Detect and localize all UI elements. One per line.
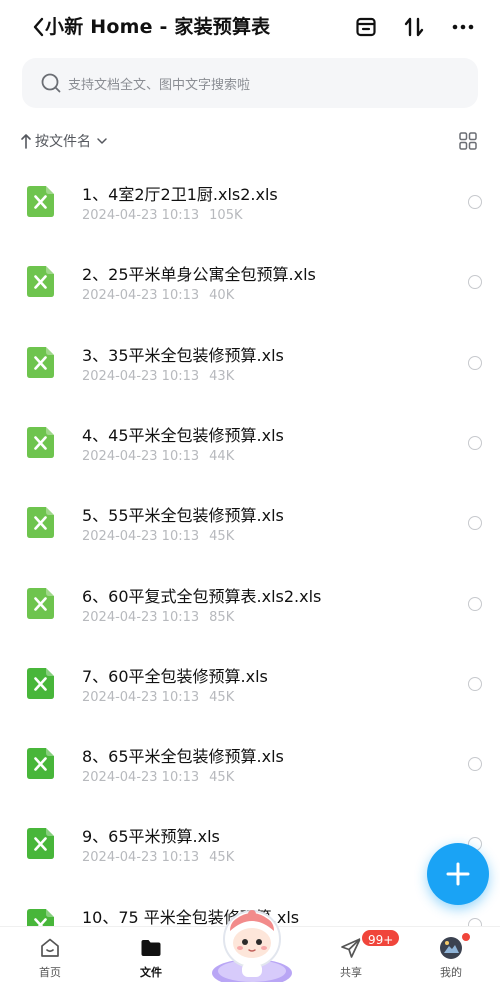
file-date: 2024-04-23 10:13 — [82, 368, 200, 384]
file-date: 2024-04-23 10:13 — [82, 208, 200, 223]
select-radio[interactable] — [468, 355, 482, 370]
sort-by-name-button[interactable]: 按文件名 — [20, 128, 108, 154]
file-meta: 2024-04-23 10:13 45K — [82, 850, 234, 865]
home-icon — [41, 938, 59, 957]
file-row[interactable]: 9、65平米预算.xls 2024-04-23 10:13 45K — [0, 804, 500, 884]
file-size: 85K — [209, 609, 235, 625]
file-row[interactable]: 1、4室2厅2卫1厨.xls2.xls 2024-04-23 10:13 105K — [0, 162, 500, 242]
file-meta: 2024-04-23 10:13 45K — [82, 529, 234, 544]
file-meta: 2024-04-23 10:13 105K — [82, 208, 243, 223]
folder-icon — [141, 940, 161, 956]
file-name: 4、45平米全包装修预算.xls — [82, 425, 284, 445]
page-title: 小新 Home - 家装预算表 — [45, 16, 271, 38]
select-radio[interactable] — [468, 195, 482, 209]
file-row[interactable]: 2、25平米单身公寓全包预算.xls 2024-04-23 10:13 40K — [0, 242, 500, 322]
top-nav-bar: 小新 Home - 家装预算表 — [0, 0, 500, 56]
file-name: 2、25平米单身公寓全包预算.xls — [82, 265, 316, 285]
file-name: 3、35平米全包装修预算.xls — [82, 345, 284, 365]
swap-vertical-icon — [404, 17, 424, 37]
file-row[interactable]: 6、60平复式全包预算表.xls2.xls 2024-04-23 10:13 85K — [0, 564, 500, 644]
arrow-up-icon — [21, 134, 31, 149]
tab-mine-label: 我的 — [440, 966, 462, 979]
select-radio[interactable] — [468, 435, 482, 450]
tab-files-label: 文件 — [140, 966, 162, 979]
file-size: 45K — [209, 529, 235, 545]
file-size: 45K — [209, 689, 235, 705]
file-row[interactable]: 8、65平米全包装修预算.xls 2024-04-23 10:13 45K — [0, 724, 500, 804]
file-date: 2024-04-23 10:13 — [82, 448, 200, 464]
select-radio[interactable] — [468, 757, 482, 772]
file-size: 43K — [209, 368, 235, 384]
file-name: 8、65平米全包装修预算.xls — [82, 747, 284, 767]
file-date: 2024-04-23 10:13 — [82, 529, 200, 545]
file-name: 9、65平米预算.xls — [82, 827, 220, 847]
chevron-down-icon — [97, 138, 107, 144]
file-meta: 2024-04-23 10:13 85K — [82, 610, 234, 625]
file-size: 45K — [209, 770, 235, 786]
select-radio[interactable] — [468, 596, 482, 611]
file-date: 2024-04-23 10:13 — [82, 689, 200, 705]
file-date: 2024-04-23 10:13 — [82, 288, 200, 304]
search-icon — [41, 73, 61, 93]
excel-file-icon — [27, 186, 54, 217]
file-row[interactable]: 7、60平全包装修预算.xls 2024-04-23 10:13 45K — [0, 644, 500, 724]
excel-file-icon — [27, 828, 54, 860]
chevron-left-icon — [33, 17, 44, 37]
tab-home-label: 首页 — [39, 966, 61, 979]
file-size: 105K — [209, 208, 243, 223]
file-name: 6、60平复式全包预算表.xls2.xls — [82, 586, 322, 606]
tab-home[interactable]: 首页 — [20, 927, 80, 982]
file-row[interactable]: 4、45平米全包装修预算.xls 2024-04-23 10:13 44K — [0, 403, 500, 483]
file-meta: 2024-04-23 10:13 40K — [82, 288, 234, 303]
excel-file-icon — [27, 346, 54, 378]
notification-dot — [461, 932, 471, 942]
select-radio[interactable] — [468, 676, 482, 691]
file-meta: 2024-04-23 10:13 43K — [82, 369, 234, 384]
file-date: 2024-04-23 10:13 — [82, 850, 200, 866]
tray-icon — [356, 17, 376, 37]
file-date: 2024-04-23 10:13 — [82, 609, 200, 625]
file-size: 44K — [209, 448, 235, 464]
search-input[interactable]: 支持文档全文、图中文字搜索啦 — [22, 58, 478, 108]
avatar — [440, 937, 462, 959]
sort-order-button[interactable] — [401, 14, 427, 40]
excel-file-icon — [27, 507, 54, 539]
excel-file-icon — [27, 587, 54, 619]
more-button[interactable] — [450, 14, 476, 40]
file-size: 40K — [209, 288, 235, 304]
excel-file-icon — [27, 266, 54, 298]
tab-mine[interactable]: 我的 — [421, 927, 481, 982]
file-name: 1、4室2厅2卫1厨.xls2.xls — [82, 185, 278, 204]
grid-view-icon[interactable] — [458, 131, 478, 151]
more-dots-icon — [452, 24, 474, 30]
add-button[interactable] — [427, 843, 489, 905]
file-meta: 2024-04-23 10:13 45K — [82, 690, 234, 705]
sort-bar: 按文件名 — [0, 128, 500, 154]
share-count-badge: 99+ — [360, 928, 402, 948]
assistant-mascot-icon[interactable] — [210, 905, 294, 982]
excel-file-icon — [27, 426, 54, 458]
file-date: 2024-04-23 10:13 — [82, 770, 200, 786]
file-name: 5、55平米全包装修预算.xls — [82, 506, 284, 526]
file-size: 45K — [209, 850, 235, 866]
select-radio[interactable] — [468, 516, 482, 531]
file-meta: 2024-04-23 10:13 45K — [82, 770, 234, 785]
file-name: 7、60平全包装修预算.xls — [82, 666, 268, 686]
file-row[interactable]: 3、35平米全包装修预算.xls 2024-04-23 10:13 43K — [0, 323, 500, 403]
task-box-button[interactable] — [353, 14, 379, 40]
tab-share-label: 共享 — [340, 966, 362, 979]
sort-label: 按文件名 — [35, 134, 91, 150]
excel-file-icon — [27, 667, 54, 699]
tab-files[interactable]: 文件 — [121, 927, 181, 982]
file-row[interactable]: 5、55平米全包装修预算.xls 2024-04-23 10:13 45K — [0, 483, 500, 563]
search-placeholder: 支持文档全文、图中文字搜索啦 — [68, 78, 251, 93]
file-meta: 2024-04-23 10:13 44K — [82, 449, 234, 464]
select-radio[interactable] — [468, 275, 482, 290]
excel-file-icon — [27, 748, 54, 780]
plus-icon — [446, 862, 470, 886]
